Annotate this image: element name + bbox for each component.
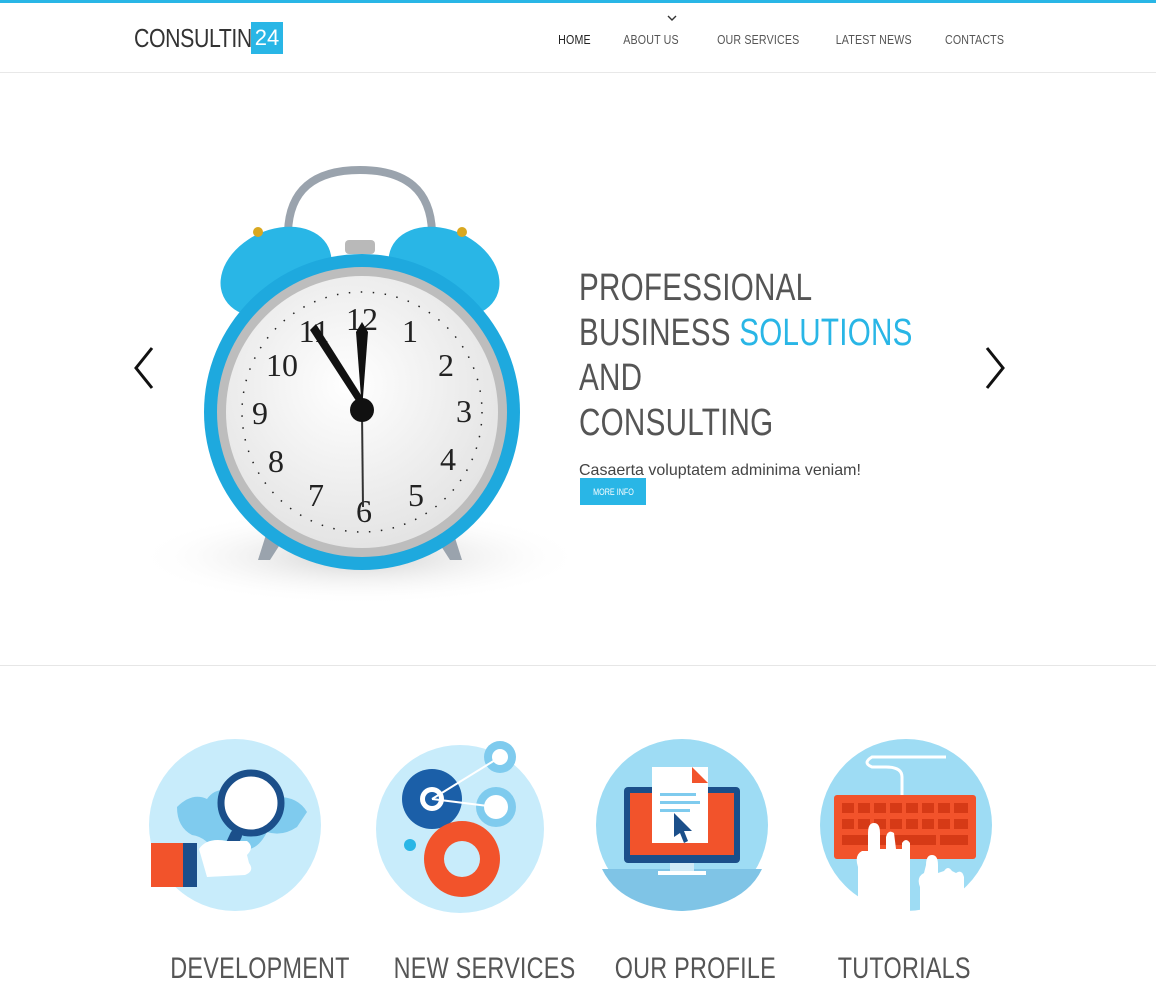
svg-text:8: 8 [268, 443, 284, 479]
svg-text:4: 4 [440, 441, 456, 477]
svg-text:6: 6 [356, 493, 372, 529]
nav-item-our-services[interactable]: OUR SERVICES [717, 32, 799, 47]
world-map-magnifier-icon [149, 739, 321, 911]
gears-icon [376, 741, 544, 913]
alarm-clock-image: 12 1 2 3 4 5 6 7 8 9 10 11 [135, 165, 585, 605]
feature-title-new-services: NEW SERVICES [393, 952, 576, 985]
hero-title-line2-pre: BUSINESS [579, 312, 740, 354]
hero-title: PROFESSIONAL BUSINESS SOLUTIONS AND CONS… [579, 266, 953, 446]
svg-text:7: 7 [308, 477, 324, 513]
feature-title-our-profile: OUR PROFILE [614, 952, 776, 985]
hero-title-line3: CONSULTING [579, 402, 774, 444]
logo[interactable]: CONSULTING 24 [134, 21, 298, 55]
svg-text:1: 1 [402, 313, 418, 349]
nav-item-home[interactable]: HOME [558, 32, 591, 47]
feature-title-development: DEVELOPMENT [170, 952, 350, 985]
feature-tutorials[interactable]: TUTORIALS [814, 737, 994, 986]
logo-badge: 24 [251, 22, 283, 54]
svg-text:2: 2 [438, 347, 454, 383]
hero-slider: 12 1 2 3 4 5 6 7 8 9 10 11 PROFESSIONAL … [0, 74, 1156, 666]
hero-title-accent: SOLUTIONS [739, 312, 913, 354]
nav-item-about-us[interactable]: ABOUT US [623, 32, 679, 47]
site-header: CONSULTING 24 HOME ABOUT US OUR SERVICES… [0, 3, 1156, 73]
monitor-document-icon [596, 739, 768, 911]
feature-development[interactable]: DEVELOPMENT [145, 737, 349, 986]
main-nav: HOME ABOUT US OUR SERVICES LATEST NEWS C… [531, 32, 1004, 47]
chevron-right-icon[interactable] [983, 346, 1007, 390]
svg-text:9: 9 [252, 395, 268, 431]
nav-item-contacts[interactable]: CONTACTS [945, 32, 1004, 47]
keyboard-hands-icon [820, 739, 992, 913]
nav-item-latest-news[interactable]: LATEST NEWS [836, 32, 912, 47]
features-section: DEVELOPMENT NEW SERVICES OUR PROFILE TUT… [0, 667, 1156, 1000]
logo-text: CONSULTING [134, 22, 269, 53]
hero-title-line2-post: AND [579, 357, 643, 399]
more-info-label: MORE INFO [592, 486, 634, 497]
svg-text:10: 10 [266, 347, 298, 383]
feature-our-profile[interactable]: OUR PROFILE [592, 737, 776, 986]
feature-title-tutorials: TUTORIALS [837, 952, 971, 985]
svg-text:5: 5 [408, 477, 424, 513]
feature-new-services[interactable]: NEW SERVICES [368, 737, 575, 986]
hero-title-line1: PROFESSIONAL [579, 267, 813, 309]
chevron-down-icon [667, 15, 677, 21]
svg-text:3: 3 [456, 393, 472, 429]
hero-text: PROFESSIONAL BUSINESS SOLUTIONS AND CONS… [579, 266, 979, 505]
more-info-button[interactable]: MORE INFO [580, 478, 646, 505]
